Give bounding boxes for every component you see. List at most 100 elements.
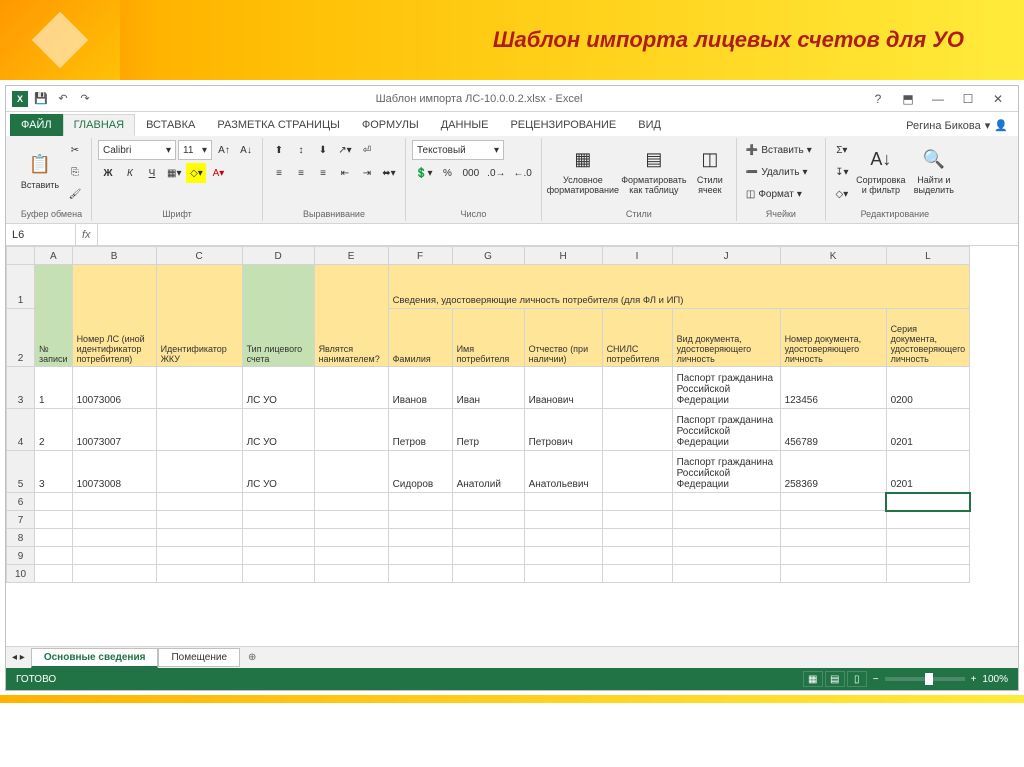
view-layout-button[interactable]: ▤ [825,671,845,687]
align-center-button[interactable]: ≡ [291,163,311,183]
format-table-button[interactable]: ▤Форматировать как таблицу [621,140,687,200]
cell[interactable]: 0200 [886,367,970,409]
cell[interactable]: Петрович [524,409,602,451]
cell[interactable]: Серия документа, удостоверяющего личност… [886,309,970,367]
cell[interactable]: 3 [35,451,73,493]
help-button[interactable]: ? [864,90,892,108]
cell[interactable]: Тип лицевого счета [242,265,314,367]
row-header-9[interactable]: 9 [7,547,35,565]
col-header-F[interactable]: F [388,247,452,265]
cell[interactable]: Являтся нанимателем? [314,265,388,367]
border-button[interactable]: ▦▾ [164,163,184,183]
cell[interactable]: Анатольевич [524,451,602,493]
horizontal-scrollbar[interactable] [274,652,1008,664]
autosum-button[interactable]: Σ▾ [832,140,852,160]
zoom-slider[interactable] [885,677,965,681]
cell[interactable] [156,367,242,409]
maximize-button[interactable]: ☐ [954,90,982,108]
cell[interactable] [452,529,524,547]
cell[interactable]: 0201 [886,451,970,493]
underline-button[interactable]: Ч [142,163,162,183]
cell[interactable] [780,529,886,547]
col-header-L[interactable]: L [886,247,970,265]
cell[interactable]: Петров [388,409,452,451]
decrease-decimal-button[interactable]: ←.0 [511,163,535,183]
col-header-H[interactable]: H [524,247,602,265]
align-left-button[interactable]: ≡ [269,163,289,183]
col-header-D[interactable]: D [242,247,314,265]
cell[interactable]: Петр [452,409,524,451]
row-header-2[interactable]: 2 [7,309,35,367]
row-header-7[interactable]: 7 [7,511,35,529]
cell[interactable]: № записи [35,265,73,367]
cell[interactable] [602,451,672,493]
minimize-button[interactable]: — [924,90,952,108]
cell[interactable] [156,451,242,493]
tab-review[interactable]: РЕЦЕНЗИРОВАНИЕ [499,114,627,136]
row-header-8[interactable]: 8 [7,529,35,547]
zoom-out-button[interactable]: − [873,674,879,685]
cell[interactable]: Сведения, удостоверяющие личность потреб… [388,265,970,309]
name-box[interactable]: L6 [6,224,76,245]
formula-input[interactable] [98,224,1018,245]
bold-button[interactable]: Ж [98,163,118,183]
cell[interactable] [314,367,388,409]
cell[interactable] [35,547,73,565]
cell[interactable] [156,409,242,451]
decrease-font-button[interactable]: A↓ [236,140,256,160]
cell[interactable]: Паспорт гражданина Российской Федерации [672,451,780,493]
cell[interactable] [72,529,156,547]
cell[interactable]: 123456 [780,367,886,409]
cell[interactable] [72,511,156,529]
cell[interactable]: Вид документа, удостоверяющего личность [672,309,780,367]
zoom-in-button[interactable]: + [971,674,977,685]
cell[interactable] [72,493,156,511]
cell[interactable] [524,493,602,511]
cell[interactable] [314,547,388,565]
cell[interactable] [156,493,242,511]
cell[interactable]: 10073007 [72,409,156,451]
cell[interactable]: ЛС УО [242,409,314,451]
wrap-text-button[interactable]: ⏎ [357,140,377,160]
tab-home[interactable]: ГЛАВНАЯ [63,114,135,136]
currency-button[interactable]: 💲▾ [412,163,435,183]
increase-decimal-button[interactable]: .0→ [484,163,508,183]
cell[interactable] [35,529,73,547]
cell[interactable] [242,493,314,511]
close-button[interactable]: ✕ [984,90,1012,108]
cell[interactable] [388,529,452,547]
spreadsheet-grid[interactable]: ABCDEFGHIJKL 1№ записиНомер ЛС (иной иде… [6,246,1018,646]
find-select-button[interactable]: 🔍Найти и выделить [910,140,958,200]
cell[interactable] [524,547,602,565]
cell[interactable] [452,565,524,583]
clear-button[interactable]: ◇▾ [832,184,852,204]
row-header-1[interactable]: 1 [7,265,35,309]
cell[interactable]: Паспорт гражданина Российской Федерации [672,367,780,409]
cell[interactable] [388,493,452,511]
cell[interactable]: 2 [35,409,73,451]
tab-formulas[interactable]: ФОРМУЛЫ [351,114,430,136]
tab-data[interactable]: ДАННЫЕ [430,114,500,136]
row-header-4[interactable]: 4 [7,409,35,451]
cell[interactable]: 0201 [886,409,970,451]
cell[interactable] [242,511,314,529]
cell[interactable] [780,493,886,511]
cell[interactable]: 10073006 [72,367,156,409]
orientation-button[interactable]: ↗▾ [335,140,355,160]
tab-layout[interactable]: РАЗМЕТКА СТРАНИЦЫ [206,114,350,136]
align-bottom-button[interactable]: ⬇ [313,140,333,160]
col-header-A[interactable]: A [35,247,73,265]
cell[interactable] [524,529,602,547]
copy-button[interactable]: ⎘ [65,162,85,182]
col-header-K[interactable]: K [780,247,886,265]
fill-color-button[interactable]: ◇▾ [186,163,206,183]
cell[interactable]: 10073008 [72,451,156,493]
delete-cells-button[interactable]: ➖ Удалить ▾ [743,162,819,182]
cell[interactable]: ЛС УО [242,367,314,409]
cut-button[interactable]: ✂ [65,140,85,160]
cell[interactable] [602,565,672,583]
cell[interactable] [452,547,524,565]
cell[interactable] [780,547,886,565]
cell[interactable] [314,451,388,493]
cell[interactable]: Отчество (при наличии) [524,309,602,367]
